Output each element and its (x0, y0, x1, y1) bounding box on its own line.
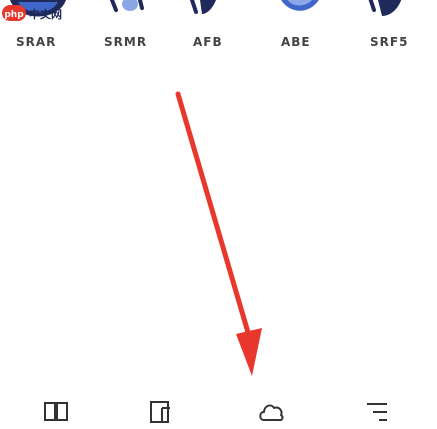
category-label-2[interactable]: SRMR (104, 35, 147, 49)
mascot-icon[interactable] (108, 0, 148, 24)
bookmark-icon[interactable] (148, 400, 174, 424)
category-label-1[interactable]: SRAR (16, 35, 56, 49)
svg-text:php: php (4, 10, 24, 20)
category-label-5[interactable]: SRF5 (370, 35, 408, 49)
menu-icon[interactable] (365, 400, 389, 424)
category-label-4[interactable]: ABE (281, 35, 311, 49)
tail-icon[interactable] (190, 0, 220, 24)
book-icon[interactable] (43, 400, 69, 422)
bird-wing-icon[interactable] (278, 0, 322, 24)
feather-icon[interactable] (368, 0, 404, 24)
php-watermark-logo: php 中文网 (2, 5, 62, 21)
bottom-navigation (0, 392, 437, 429)
annotation-arrow (175, 91, 262, 376)
category-label-3[interactable]: AFB (193, 35, 223, 49)
cloud-icon[interactable] (257, 400, 285, 424)
svg-text:中文网: 中文网 (29, 7, 62, 21)
